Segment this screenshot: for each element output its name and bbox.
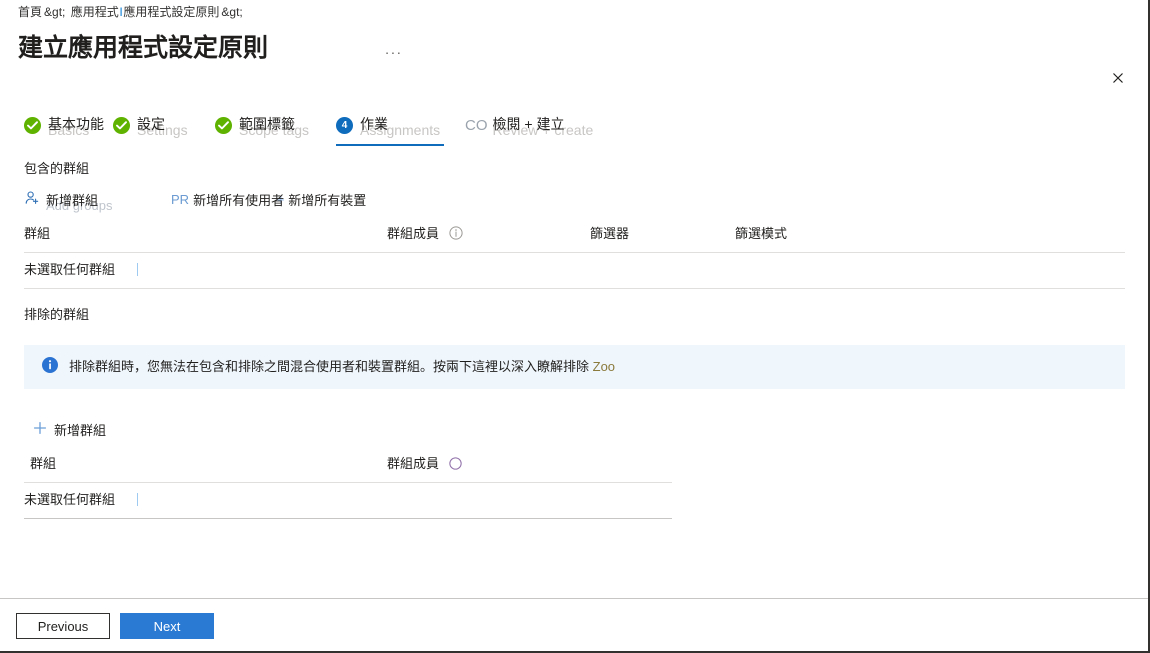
wizard-step-scope-tags-label: 範圍標籤 — [239, 116, 295, 132]
breadcrumb-item-app-config-policies[interactable]: 應用程式設定原則 — [123, 5, 219, 19]
breadcrumb-separator-2: &gt; — [221, 5, 243, 19]
breadcrumb-item-apps[interactable]: 應用程式 — [71, 5, 119, 19]
plus-icon — [32, 420, 48, 439]
wizard-step-basics-label: 基本功能 — [48, 116, 104, 132]
table-header-rule — [24, 252, 1125, 253]
included-groups-table-header: 群組 群組成員 篩選器 篩選模式 — [0, 224, 1148, 250]
wizard-step-review-create-label: 檢閱 + 建立 — [492, 116, 565, 132]
previous-button[interactable]: Previous — [16, 613, 110, 639]
info-filled-icon — [42, 356, 58, 378]
column-header-group-members[interactable]: 群組成員 — [387, 224, 463, 246]
create-app-configuration-policy-blade: 首頁 &gt; 應用程式l應用程式設定原則 &gt; 建立應用程式設定原則 ... … — [0, 0, 1150, 653]
pr-prefix-icon: PR — [171, 191, 190, 207]
column-header-group[interactable]: 群組 — [24, 224, 50, 244]
add-person-icon — [24, 190, 40, 209]
included-groups-label: 包含的群組 — [24, 161, 90, 176]
step-number-badge: 4 — [336, 116, 353, 134]
banner-link[interactable]: Zoo — [593, 359, 615, 374]
add-all-users-label: 新增所有使用者 — [193, 192, 285, 208]
check-circle-icon — [215, 116, 232, 134]
table-header-rule — [24, 482, 672, 483]
row-cursor — [137, 263, 139, 276]
column-header-filter-mode[interactable]: 篩選模式 — [735, 224, 787, 244]
exclude-groups-info-banner: 排除群組時，您無法在包含和排除之間混合使用者和裝置群組。按兩下這裡以深入瞭解排除… — [24, 345, 1125, 389]
column-header-group[interactable]: 群組 — [30, 454, 56, 474]
included-groups-table: 群組 群組成員 篩選器 篩選模式 未選取任何群組 — [0, 224, 1148, 289]
table-footer-rule — [24, 288, 1125, 289]
wizard-footer: Previous Next — [0, 599, 1148, 651]
banner-message: 排除群組時，您無法在包含和排除之間混合使用者和裝置群組。按兩下這裡以深入瞭解排除… — [69, 358, 615, 376]
excluded-add-groups-label: 新增群組 — [54, 422, 107, 438]
add-groups-button[interactable]: Add groups 新增群組 — [24, 186, 113, 213]
wizard-step-settings-label: 設定 — [137, 116, 165, 132]
table-row[interactable]: 未選取任何群組 — [24, 260, 139, 280]
wizard-step-nav: Basics 基本功能 Settings 設定 Scope tags 範圍標籤 … — [0, 106, 1148, 146]
close-icon[interactable] — [1104, 64, 1132, 92]
wizard-step-assignments-label: 作業 — [360, 116, 388, 132]
add-all-devices-button[interactable]: + 新增所有裝置 — [277, 186, 366, 212]
wizard-step-settings[interactable]: Settings 設定 — [113, 106, 188, 144]
excluded-groups-table-header: 群組 群組成員 — [0, 454, 1148, 480]
excluded-groups-label: 排除的群組 — [24, 307, 90, 322]
banner-message-text: 排除群組時，您無法在包含和排除之間混合使用者和裝置群組。按兩下這裡以深入瞭解排除 — [69, 359, 593, 374]
page-title: 建立應用程式設定原則 — [18, 34, 269, 62]
title-row: 建立應用程式設定原則 ... — [0, 28, 1148, 83]
check-circle-icon — [113, 116, 130, 134]
column-header-group-members-label: 群組成員 — [387, 456, 440, 471]
wizard-step-basics[interactable]: Basics 基本功能 — [24, 106, 104, 144]
wizard-step-scope-tags[interactable]: Scope tags 範圍標籤 — [215, 106, 309, 144]
add-all-users-button[interactable]: PR 新增所有使用者 — [171, 186, 284, 212]
add-all-devices-label: 新增所有裝置 — [288, 192, 367, 208]
breadcrumb: 首頁 &gt; 應用程式l應用程式設定原則 &gt; — [18, 4, 245, 20]
excluded-add-groups-button[interactable]: 新增群組 — [32, 416, 106, 442]
ellipsis-horizontal-icon[interactable]: ... — [383, 38, 405, 60]
check-circle-icon — [24, 116, 41, 134]
info-circle-icon[interactable] — [449, 226, 463, 243]
table-footer-rule — [24, 518, 672, 519]
active-step-underline — [336, 144, 444, 146]
table-cell-group: 未選取任何群組 — [24, 262, 116, 277]
next-button[interactable]: Next — [120, 613, 214, 639]
add-groups-label: 新增群組 — [46, 192, 99, 208]
co-badge-icon: CO — [465, 116, 488, 134]
column-header-group-members-label: 群組成員 — [387, 226, 440, 241]
row-cursor — [137, 493, 139, 506]
excluded-groups-table: 群組 群組成員 未選取任何群組 — [0, 454, 1148, 519]
breadcrumb-separator-1: &gt; — [44, 5, 66, 19]
table-row[interactable]: 未選取任何群組 — [24, 490, 139, 510]
breadcrumb-item-home[interactable]: 首頁 — [18, 5, 42, 19]
column-header-filter[interactable]: 篩選器 — [590, 224, 629, 244]
info-circle-icon[interactable] — [448, 457, 462, 473]
column-header-group-members[interactable]: 群組成員 — [387, 454, 462, 476]
wizard-step-assignments[interactable]: 4 Assignments 作業 — [336, 106, 444, 146]
table-cell-group: 未選取任何群組 — [24, 492, 116, 507]
wizard-step-review-create[interactable]: CO Review + create 檢閱 + 建立 — [465, 106, 593, 144]
